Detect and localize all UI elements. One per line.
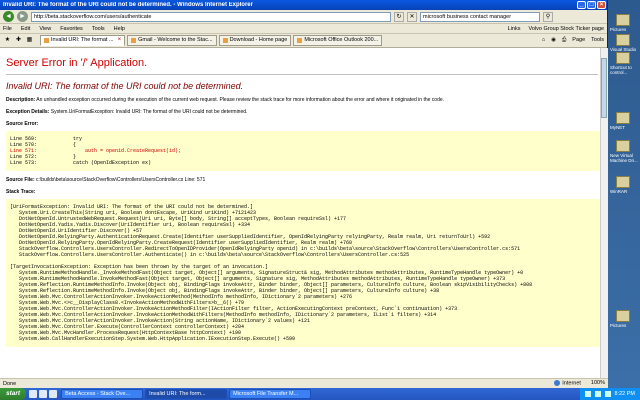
quick-launch-icon[interactable] [49, 390, 58, 398]
menu-favorites[interactable]: Favorites [60, 26, 83, 32]
app-icon [616, 112, 630, 124]
page-menu[interactable]: Page [572, 37, 585, 44]
stop-icon[interactable]: ✕ [407, 11, 417, 22]
folder-icon [616, 14, 630, 26]
tab-gmail[interactable]: Gmail - Welcome to the Stac... [127, 35, 217, 46]
taskbar-item-file-transfer[interactable]: Microsoft File Transfer M... [229, 389, 312, 399]
home-icon[interactable]: ⌂ [542, 37, 545, 44]
menu-edit[interactable]: Edit [21, 26, 30, 32]
source-file: Source File: c:\builds\beta\source\Stack… [6, 177, 206, 183]
page-favicon-icon [222, 38, 228, 43]
stack-trace-line: System.Web.CallHandlerExecutionStep.Syst… [10, 336, 296, 342]
links-label[interactable]: Links [508, 26, 521, 32]
stack-trace-box: [UriFormatException: Invalid URI: The fo… [6, 199, 600, 347]
divider [6, 74, 598, 75]
quick-launch [29, 390, 58, 398]
menu-bar: File Edit View Favorites Tools Help Link… [0, 24, 607, 34]
close-button[interactable]: × [597, 1, 606, 9]
folder-icon [616, 310, 630, 322]
menu-file[interactable]: File [3, 26, 12, 32]
system-tray: 8:22 PM [579, 388, 640, 400]
feeds-icon[interactable]: ◉ [551, 37, 556, 44]
page-content: Server Error in '/' Application. Invalid… [0, 48, 608, 378]
archive-icon [616, 176, 630, 188]
back-arrow-icon[interactable]: ◄ [3, 11, 14, 22]
maximize-button[interactable]: □ [587, 1, 596, 9]
title-bar[interactable]: Invalid URI: The format of the URI could… [0, 0, 607, 10]
add-favorite-icon[interactable]: ✚ [14, 36, 23, 45]
shortcut-icon [616, 52, 630, 64]
quick-launch-icon[interactable] [29, 390, 38, 398]
tools-menu[interactable]: Tools [591, 37, 604, 44]
description: Description: An unhandled exception occu… [6, 97, 445, 103]
stack-trace-label: Stack Trace: [6, 189, 36, 195]
globe-icon [554, 380, 561, 387]
menu-help[interactable]: Help [114, 26, 125, 32]
vertical-scrollbar[interactable] [600, 48, 608, 378]
start-button[interactable]: start [0, 388, 27, 400]
close-tab-icon[interactable]: × [118, 36, 122, 45]
address-toolbar: ◄ ► http://beta.stackoverflow.com/users/… [0, 10, 607, 24]
page-title: Server Error in '/' Application. [6, 57, 148, 69]
quick-tabs-icon[interactable]: ▦ [25, 36, 34, 45]
search-icon[interactable]: ⚲ [543, 11, 553, 22]
desktop-icon-2[interactable]: Visual Studio [610, 34, 638, 52]
error-subheading: Invalid URI: The format of the URI could… [6, 81, 244, 91]
tab-invalid-uri[interactable]: Invalid URI: The format ... × [40, 35, 126, 46]
forward-arrow-icon[interactable]: ► [17, 11, 28, 22]
favorites-star-icon[interactable]: ★ [3, 36, 12, 45]
desktop-icon-7[interactable]: Pictures [610, 310, 638, 328]
browser-window: Invalid URI: The format of the URI could… [0, 0, 608, 388]
page-favicon-icon [131, 38, 137, 43]
status-text: Done [3, 380, 17, 387]
links-item-volvo[interactable]: Volvo Group Stock Ticker page [528, 26, 604, 32]
tab-download[interactable]: Download - Home page [218, 35, 292, 46]
desktop-icon-3[interactable]: Shortcut to control... [610, 52, 638, 75]
scrollbar-thumb[interactable] [601, 58, 607, 118]
taskbar-item-invalid-uri[interactable]: Invalid URI: The form... [145, 389, 228, 399]
refresh-icon[interactable]: ↻ [394, 11, 404, 22]
search-input[interactable]: microsoft business contact manager [420, 11, 540, 22]
desktop-icon-4[interactable]: MyNET [610, 112, 638, 130]
desktop-icon-1[interactable]: Pictures [610, 14, 638, 32]
menu-view[interactable]: View [39, 26, 51, 32]
status-bar: Done Internet 100% [0, 378, 608, 388]
print-icon[interactable]: ⎙ [562, 37, 566, 44]
tab-outlook[interactable]: Microsoft Office Outlook 200... [293, 35, 383, 46]
minimize-button[interactable]: _ [577, 1, 586, 9]
address-bar[interactable]: http://beta.stackoverflow.com/users/auth… [31, 11, 391, 22]
quick-launch-icon[interactable] [39, 390, 48, 398]
zoom-level[interactable]: 100% [591, 380, 605, 386]
desktop-icon-5[interactable]: New Virtual Machine Dri... [610, 140, 638, 163]
tab-bar: ★ ✚ ▦ Invalid URI: The format ... × Gmail… [0, 34, 607, 48]
taskbar-item-beta-access[interactable]: Beta Access - Stack Ove... [61, 389, 144, 399]
tray-icon[interactable] [604, 391, 611, 397]
clock: 8:22 PM [614, 391, 635, 397]
tray-icon[interactable] [594, 391, 601, 397]
menu-tools[interactable]: Tools [92, 26, 105, 32]
desktop-icon-6[interactable]: WinRAR [610, 176, 638, 194]
taskbar: start Beta Access - Stack Ove... Invalid… [0, 388, 640, 400]
page-favicon-icon [297, 38, 303, 43]
page-favicon-icon [44, 38, 49, 43]
exception-details: Exception Details: System.UriFormatExcep… [6, 109, 248, 115]
source-error-label: Source Error: [6, 121, 39, 127]
window-title: Invalid URI: The format of the URI could… [3, 2, 253, 8]
source-error-box: Line 569: try Line 570: {Line 571: auth =… [6, 131, 600, 171]
app-icon [616, 34, 630, 46]
tray-icon[interactable] [584, 391, 591, 397]
vm-icon [616, 140, 630, 152]
zone-indicator: Internet [554, 380, 581, 387]
source-line: Line 573: catch (OpenIdException ex) [10, 160, 152, 166]
desktop-area: Pictures Visual Studio Shortcut to contr… [608, 0, 640, 388]
